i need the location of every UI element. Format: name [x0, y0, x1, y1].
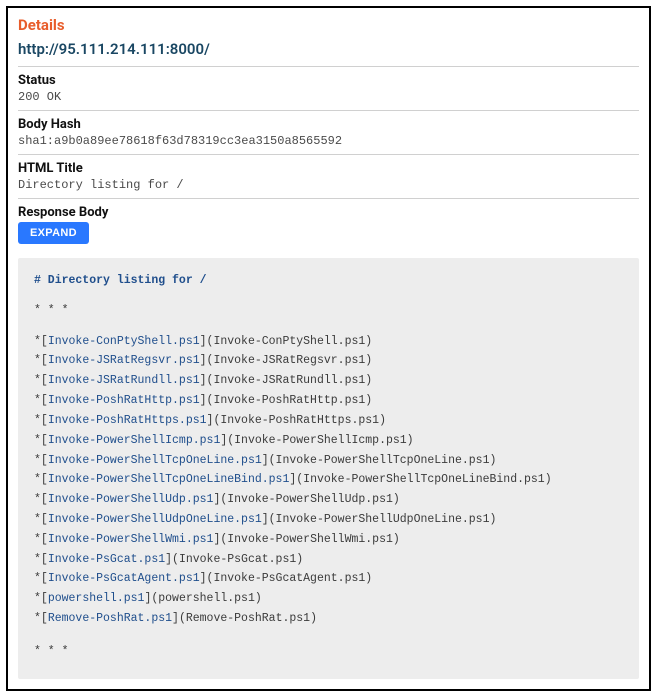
bullet: * [34, 610, 41, 628]
list-item: * [Invoke-JSRatRegsvr.ps1](Invoke-JSRatR… [34, 351, 623, 371]
file-link[interactable]: Invoke-JSRatRundll.ps1 [48, 374, 200, 387]
file-listing: * [Invoke-ConPtyShell.ps1](Invoke-ConPty… [34, 332, 623, 629]
file-link[interactable]: Invoke-PowerShellTcpOneLineBind.ps1 [48, 473, 290, 486]
bullet: * [34, 432, 41, 450]
file-link[interactable]: Invoke-PoshRatHttps.ps1 [48, 414, 207, 427]
list-item: * [Invoke-PowerShellUdp.ps1](Invoke-Powe… [34, 490, 623, 510]
bullet: * [34, 590, 41, 608]
bullet: * [34, 491, 41, 509]
list-item: * [powershell.ps1](powershell.ps1) [34, 589, 623, 609]
list-item: * [Invoke-PowerShellIcmp.ps1](Invoke-Pow… [34, 431, 623, 451]
bullet: * [34, 531, 41, 549]
listing-heading: # Directory listing for / [34, 272, 623, 290]
file-link[interactable]: Invoke-PowerShellUdpOneLine.ps1 [48, 513, 262, 526]
details-panel: Details http://95.111.214.111:8000/ Stat… [6, 6, 651, 691]
list-item: * [Invoke-JSRatRundll.ps1](Invoke-JSRatR… [34, 371, 623, 391]
divider [18, 154, 639, 155]
list-item: * [Invoke-PsGcat.ps1](Invoke-PsGcat.ps1) [34, 550, 623, 570]
status-value: 200 OK [18, 90, 639, 104]
listing-separator-bottom: * * * [34, 643, 623, 661]
html-title-label: HTML Title [18, 161, 639, 176]
bullet: * [34, 551, 41, 569]
bullet: * [34, 452, 41, 470]
response-body-content: # Directory listing for / * * * * [Invok… [18, 258, 639, 679]
list-item: * [Invoke-PowerShellUdpOneLine.ps1](Invo… [34, 510, 623, 530]
file-link[interactable]: Invoke-PsGcat.ps1 [48, 553, 165, 566]
file-link[interactable]: Invoke-PowerShellUdp.ps1 [48, 493, 214, 506]
expand-button[interactable]: EXPAND [18, 222, 89, 244]
listing-separator-top: * * * [34, 302, 623, 320]
list-item: * [Invoke-PowerShellWmi.ps1](Invoke-Powe… [34, 530, 623, 550]
bullet: * [34, 471, 41, 489]
bullet: * [34, 570, 41, 588]
bullet: * [34, 333, 41, 351]
file-link[interactable]: Invoke-JSRatRegsvr.ps1 [48, 354, 200, 367]
file-link[interactable]: Invoke-PowerShellWmi.ps1 [48, 533, 214, 546]
list-item: * [Invoke-PsGcatAgent.ps1](Invoke-PsGcat… [34, 569, 623, 589]
list-item: * [Invoke-PoshRatHttp.ps1](Invoke-PoshRa… [34, 391, 623, 411]
target-url: http://95.111.214.111:8000/ [18, 40, 639, 58]
body-hash-value: sha1:a9b0a89ee78618f63d78319cc3ea3150a85… [18, 134, 639, 148]
status-label: Status [18, 73, 639, 88]
file-link[interactable]: Invoke-ConPtyShell.ps1 [48, 335, 200, 348]
divider [18, 110, 639, 111]
file-link[interactable]: Invoke-PowerShellIcmp.ps1 [48, 434, 221, 447]
divider [18, 198, 639, 199]
file-link[interactable]: Invoke-PsGcatAgent.ps1 [48, 572, 200, 585]
bullet: * [34, 392, 41, 410]
list-item: * [Invoke-PowerShellTcpOneLine.ps1](Invo… [34, 451, 623, 471]
bullet: * [34, 372, 41, 390]
bullet: * [34, 352, 41, 370]
list-item: * [Invoke-PowerShellTcpOneLineBind.ps1](… [34, 470, 623, 490]
file-link[interactable]: Invoke-PoshRatHttp.ps1 [48, 394, 200, 407]
section-title: Details [18, 16, 639, 34]
file-link[interactable]: Invoke-PowerShellTcpOneLine.ps1 [48, 454, 262, 467]
bullet: * [34, 412, 41, 430]
file-link[interactable]: Remove-PoshRat.ps1 [48, 612, 172, 625]
list-item: * [Invoke-ConPtyShell.ps1](Invoke-ConPty… [34, 332, 623, 352]
html-title-value: Directory listing for / [18, 178, 639, 192]
list-item: * [Remove-PoshRat.ps1](Remove-PoshRat.ps… [34, 609, 623, 629]
list-item: * [Invoke-PoshRatHttps.ps1](Invoke-PoshR… [34, 411, 623, 431]
response-body-label: Response Body [18, 205, 639, 220]
file-link[interactable]: powershell.ps1 [48, 592, 145, 605]
bullet: * [34, 511, 41, 529]
divider [18, 66, 639, 67]
body-hash-label: Body Hash [18, 117, 639, 132]
